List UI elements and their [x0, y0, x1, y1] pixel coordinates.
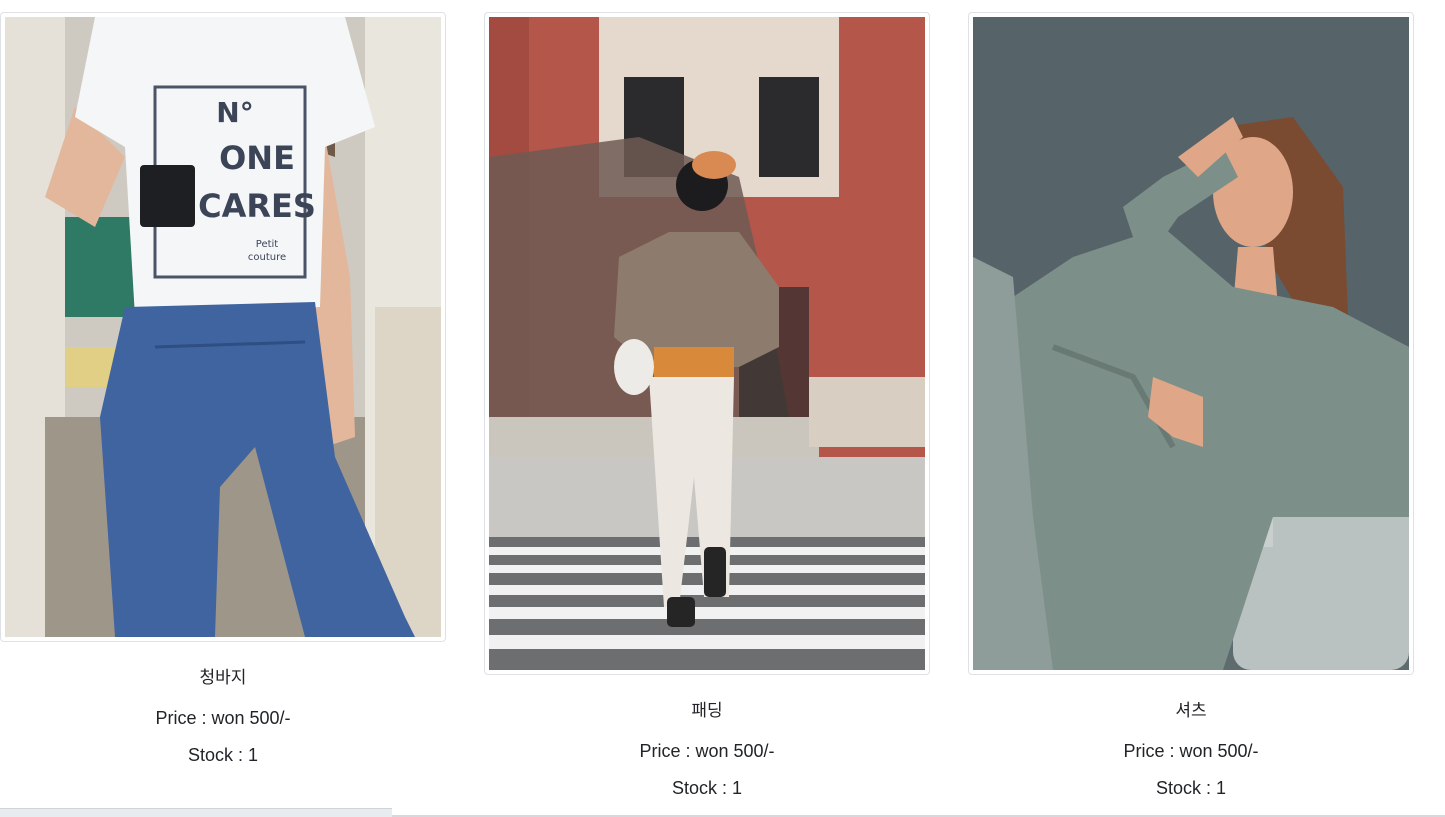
product-photo-padding — [489, 17, 925, 670]
shirt-text-line3: CARES — [198, 187, 316, 225]
product-stock: Stock : 1 — [187, 745, 259, 765]
product-meta: 셔츠 Price : won 500/- Stock : 1 — [968, 700, 1414, 814]
product-image-link[interactable] — [484, 12, 930, 675]
product-name: 청바지 — [199, 668, 247, 688]
product-price: Price : won 500/- — [639, 741, 775, 761]
shirt-text-line4: Petit — [256, 239, 279, 250]
product-photo-shirt — [973, 17, 1409, 670]
product-price: Price : won 500/- — [155, 708, 291, 728]
product-image-link[interactable] — [968, 12, 1414, 675]
product-meta: 패딩 Price : won 500/- Stock : 1 — [484, 700, 930, 814]
shirt-text-line5: couture — [248, 252, 286, 263]
product-meta: 청바지 Price : won 500/- Stock : 1 — [0, 667, 446, 781]
shirt-text-line1: N° — [216, 96, 253, 129]
product-name: 셔츠 — [1175, 701, 1207, 721]
product-name: 패딩 — [691, 701, 723, 721]
browser-status-bar — [0, 808, 392, 817]
product-grid: N° ONE CARES Petit couture 청바지 Price : w… — [0, 0, 1445, 817]
product-photo-jeans: N° ONE CARES Petit couture — [5, 17, 441, 637]
product-stock: Stock : 1 — [671, 778, 743, 798]
product-image-link[interactable]: N° ONE CARES Petit couture — [0, 12, 446, 642]
product-stock: Stock : 1 — [1155, 778, 1227, 798]
shirt-text-line2: ONE — [219, 139, 295, 177]
product-price: Price : won 500/- — [1123, 741, 1259, 761]
